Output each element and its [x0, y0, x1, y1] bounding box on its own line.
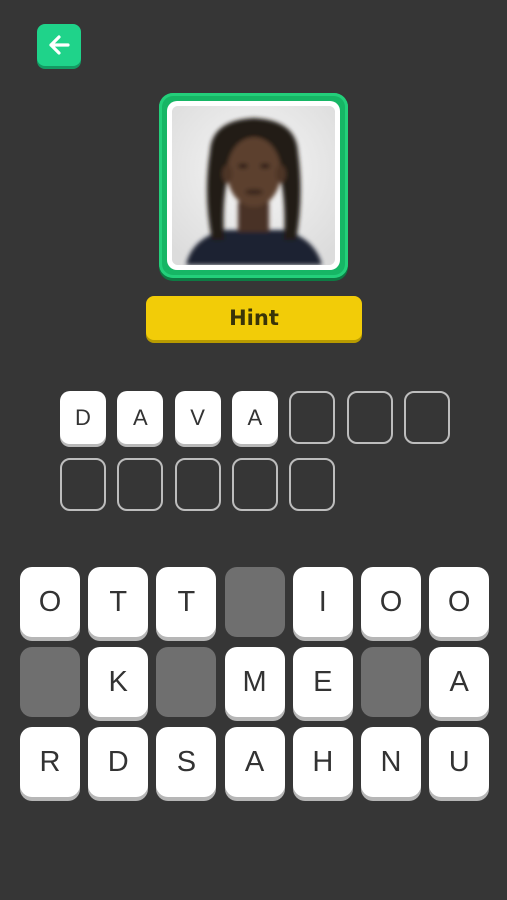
- letter-key[interactable]: H: [292, 727, 353, 797]
- game-screen: Hint DAVA OTTIOOKMEARDSAHNU: [0, 0, 507, 900]
- letter-key[interactable]: U: [429, 727, 490, 797]
- answer-slot-empty[interactable]: [174, 458, 221, 511]
- answer-slot-empty[interactable]: [403, 391, 450, 444]
- answer-slot-filled[interactable]: V: [174, 391, 221, 444]
- letter-key-used: [224, 567, 285, 637]
- player-photo-frame: [159, 93, 348, 278]
- answer-slot-filled[interactable]: A: [231, 391, 278, 444]
- answer-slot-empty[interactable]: [60, 458, 106, 511]
- letter-key[interactable]: D: [88, 727, 149, 797]
- answer-slot-empty[interactable]: [346, 391, 393, 444]
- answer-slot-empty[interactable]: [289, 458, 336, 511]
- letter-key[interactable]: M: [224, 647, 285, 717]
- letter-key-used: [20, 647, 80, 717]
- player-photo: [172, 106, 335, 265]
- player-portrait-icon: [172, 106, 335, 265]
- letter-key[interactable]: R: [20, 727, 80, 797]
- letter-key[interactable]: I: [292, 567, 353, 637]
- answer-slot-empty[interactable]: [231, 458, 278, 511]
- letter-key[interactable]: O: [20, 567, 80, 637]
- answer-slot-filled[interactable]: A: [117, 391, 164, 444]
- letter-key[interactable]: A: [429, 647, 490, 717]
- letter-key[interactable]: O: [429, 567, 490, 637]
- letter-key[interactable]: T: [156, 567, 217, 637]
- arrow-left-icon: [49, 35, 70, 55]
- letter-key[interactable]: K: [88, 647, 149, 717]
- answer-slot-empty[interactable]: [117, 458, 164, 511]
- letter-key[interactable]: N: [361, 727, 421, 797]
- letter-key-used: [361, 647, 421, 717]
- back-button[interactable]: [37, 24, 81, 66]
- letter-key[interactable]: T: [88, 567, 149, 637]
- answer-slot-filled[interactable]: D: [60, 391, 106, 444]
- letter-key[interactable]: E: [292, 647, 353, 717]
- letter-key[interactable]: S: [156, 727, 217, 797]
- letter-key[interactable]: O: [361, 567, 421, 637]
- letter-key[interactable]: A: [224, 727, 285, 797]
- letter-key-used: [156, 647, 217, 717]
- answer-slot-empty[interactable]: [289, 391, 336, 444]
- hint-button[interactable]: Hint: [146, 296, 362, 340]
